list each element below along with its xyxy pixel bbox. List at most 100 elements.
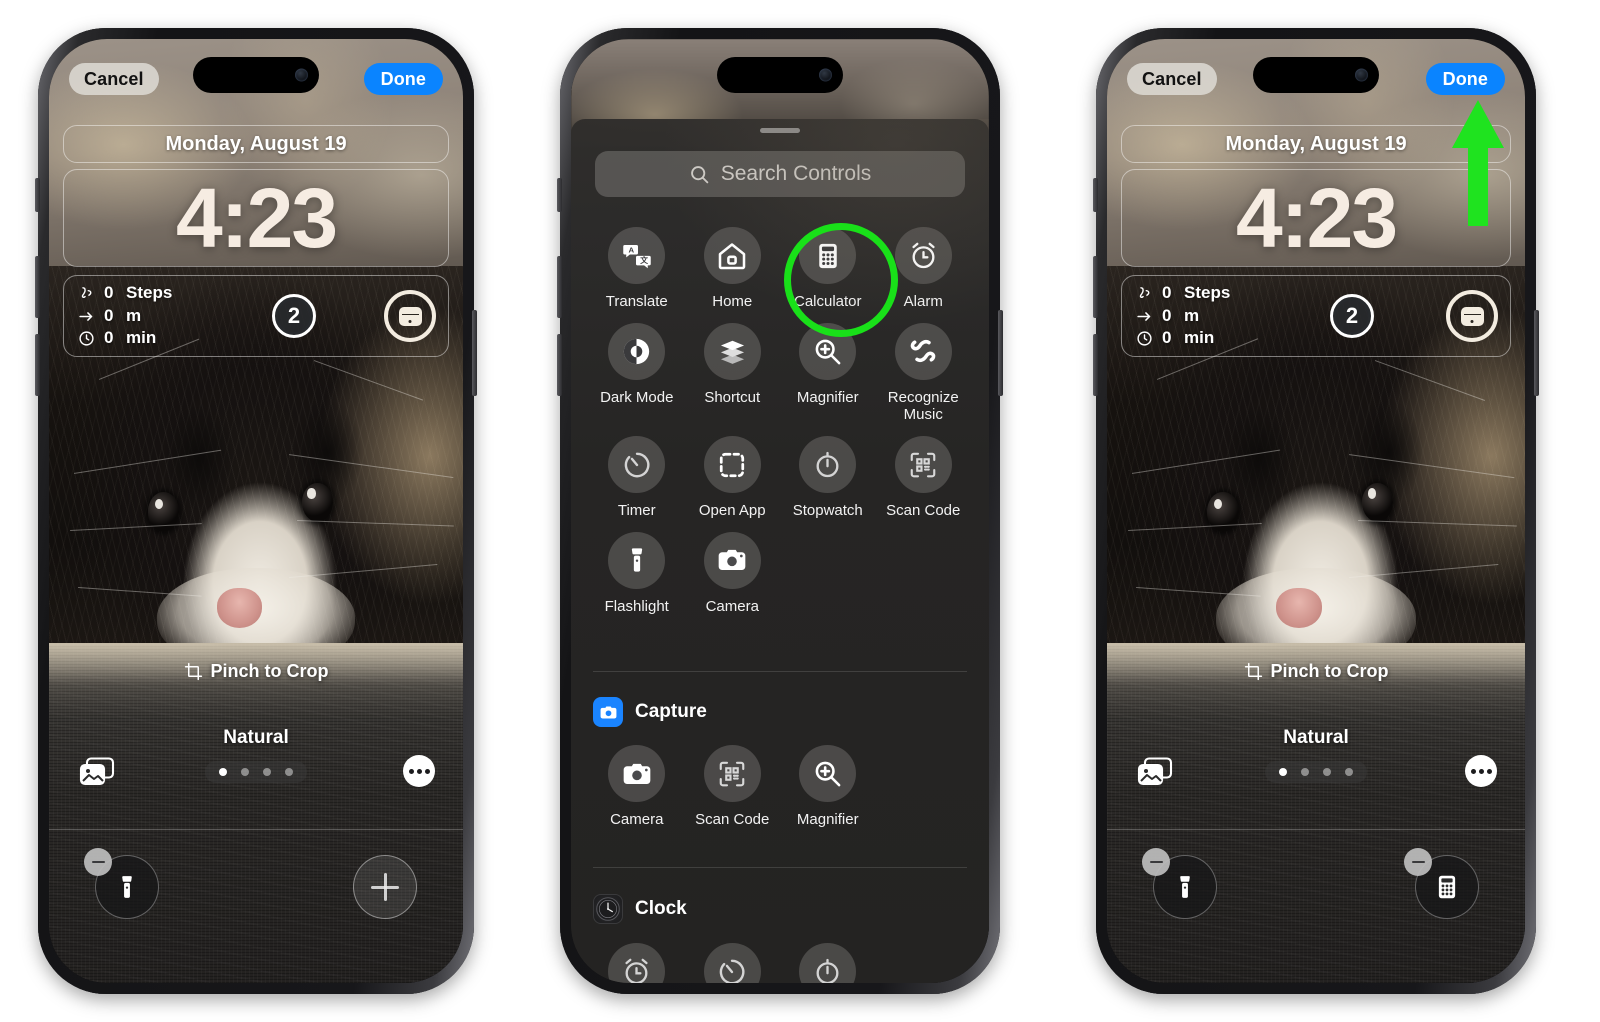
- control-dark-mode[interactable]: Dark Mode: [589, 311, 685, 424]
- control-scan-code[interactable]: Scan Code: [876, 424, 972, 520]
- sheet-grabber[interactable]: [760, 128, 800, 133]
- section-title: Capture: [635, 701, 707, 722]
- steps-icon: [78, 285, 95, 302]
- airpods-case-icon[interactable]: [384, 290, 436, 342]
- pager-dot[interactable]: [219, 768, 227, 776]
- control-flashlight[interactable]: Flashlight: [589, 520, 685, 616]
- pager-dot[interactable]: [1323, 768, 1331, 776]
- distance-icon: [1136, 308, 1153, 325]
- count-badge[interactable]: 2: [272, 294, 316, 338]
- control-shortcut[interactable]: Shortcut: [685, 311, 781, 424]
- done-button[interactable]: Done: [363, 63, 443, 95]
- fitness-row-distance: 0 m: [1136, 305, 1230, 327]
- silent-switch[interactable]: [35, 178, 40, 212]
- remove-left-control-button[interactable]: [1142, 848, 1170, 876]
- count-badge[interactable]: 2: [1330, 294, 1374, 338]
- control-camera[interactable]: Camera: [589, 733, 685, 829]
- add-controls-sheet: Search Controls A 文 Translate Home Calcu…: [571, 39, 989, 983]
- section-divider: [593, 867, 967, 868]
- more-options-button[interactable]: [1465, 755, 1497, 787]
- alarm-icon: [894, 227, 952, 284]
- control-empty: [876, 520, 972, 616]
- volume-up-button[interactable]: [557, 256, 562, 318]
- control-open-app[interactable]: Open App: [685, 424, 781, 520]
- control-timer[interactable]: [685, 931, 781, 983]
- pager-dot[interactable]: [263, 768, 271, 776]
- widget-row-slot[interactable]: 0 Steps 0 m 0 min 2: [1121, 275, 1511, 357]
- cancel-button[interactable]: Cancel: [69, 63, 159, 95]
- fitness-widget[interactable]: 0 Steps 0 m 0 min: [1136, 282, 1230, 349]
- volume-up-button[interactable]: [35, 256, 40, 318]
- date-widget-slot[interactable]: Monday, August 19: [63, 125, 449, 163]
- control-timer[interactable]: Timer: [589, 424, 685, 520]
- volume-down-button[interactable]: [1093, 334, 1098, 396]
- control-home[interactable]: Home: [685, 215, 781, 311]
- screenshot-stage: Cancel Done Monday, August 19 4:23 0 Ste…: [0, 0, 1600, 1022]
- left-control-slot[interactable]: [1142, 848, 1217, 919]
- section-header-capture: Capture: [593, 697, 707, 727]
- silent-switch[interactable]: [557, 178, 562, 212]
- control-alarm[interactable]: [589, 931, 685, 983]
- control-label: Alarm: [903, 293, 943, 310]
- distance-unit: m: [1184, 305, 1200, 325]
- front-camera-icon: [295, 68, 308, 82]
- volume-down-button[interactable]: [557, 334, 562, 396]
- airpods-case-icon[interactable]: [1446, 290, 1498, 342]
- remove-left-control-button[interactable]: [84, 848, 112, 876]
- control-scan-code[interactable]: Scan Code: [685, 733, 781, 829]
- volume-down-button[interactable]: [35, 334, 40, 396]
- pager-dot[interactable]: [241, 768, 249, 776]
- right-control-slot[interactable]: [1404, 848, 1479, 919]
- more-options-button[interactable]: [403, 755, 435, 787]
- control-magnifier[interactable]: Magnifier: [780, 311, 876, 424]
- dark-mode-icon: [608, 322, 666, 380]
- power-button[interactable]: [998, 310, 1003, 396]
- pager-dot[interactable]: [285, 768, 293, 776]
- widget-row-slot[interactable]: 0 Steps 0 m 0 min 2: [63, 275, 449, 357]
- control-translate[interactable]: A 文 Translate: [589, 215, 685, 311]
- control-camera[interactable]: Camera: [685, 520, 781, 616]
- cancel-button[interactable]: Cancel: [1127, 63, 1217, 95]
- control-label: Timer: [617, 502, 656, 520]
- volume-up-button[interactable]: [1093, 256, 1098, 318]
- plus-icon: [371, 873, 399, 901]
- pinch-to-crop-hint: Pinch to Crop: [1107, 661, 1525, 682]
- photo-library-button[interactable]: [1137, 757, 1173, 787]
- distance-value: 0: [1162, 305, 1172, 325]
- flashlight-icon: [114, 874, 140, 900]
- search-controls-field[interactable]: Search Controls: [595, 151, 965, 197]
- power-button[interactable]: [1534, 310, 1539, 396]
- power-button[interactable]: [472, 310, 477, 396]
- control-empty: [876, 931, 972, 983]
- control-magnifier[interactable]: Magnifier: [780, 733, 876, 829]
- time-widget-slot[interactable]: 4:23: [63, 169, 449, 267]
- shortcut-icon: [703, 322, 761, 380]
- pager-dot[interactable]: [1279, 768, 1287, 776]
- controls-row: Timer Open App Stopwatch Scan Code: [589, 424, 971, 520]
- style-pager-dots[interactable]: [205, 761, 307, 783]
- control-recognize-music[interactable]: Recognize Music: [876, 311, 972, 424]
- right-control-slot-empty[interactable]: [353, 855, 417, 919]
- control-calculator[interactable]: Calculator: [780, 215, 876, 311]
- photo-library-button[interactable]: [79, 757, 115, 787]
- flashlight-icon: [608, 531, 666, 589]
- silent-switch[interactable]: [1093, 178, 1098, 212]
- pager-dot[interactable]: [1301, 768, 1309, 776]
- pinch-to-crop-label: Pinch to Crop: [210, 661, 329, 681]
- done-button[interactable]: Done: [1425, 63, 1505, 95]
- control-stopwatch[interactable]: [780, 931, 876, 983]
- clock-app-icon: [593, 894, 623, 924]
- pager-dot[interactable]: [1345, 768, 1353, 776]
- control-stopwatch[interactable]: Stopwatch: [780, 424, 876, 520]
- distance-value: 0: [104, 305, 114, 325]
- remove-right-control-button[interactable]: [1404, 848, 1432, 876]
- crop-icon: [1244, 662, 1263, 681]
- time-value: 0: [104, 328, 114, 348]
- style-pager-dots[interactable]: [1265, 761, 1367, 783]
- control-empty: [876, 733, 972, 829]
- control-alarm[interactable]: Alarm: [876, 215, 972, 311]
- magnifier-icon: [799, 322, 857, 380]
- left-control-slot[interactable]: [84, 848, 159, 919]
- time-icon: [1136, 330, 1153, 347]
- fitness-widget[interactable]: 0 Steps 0 m 0 min: [78, 282, 172, 349]
